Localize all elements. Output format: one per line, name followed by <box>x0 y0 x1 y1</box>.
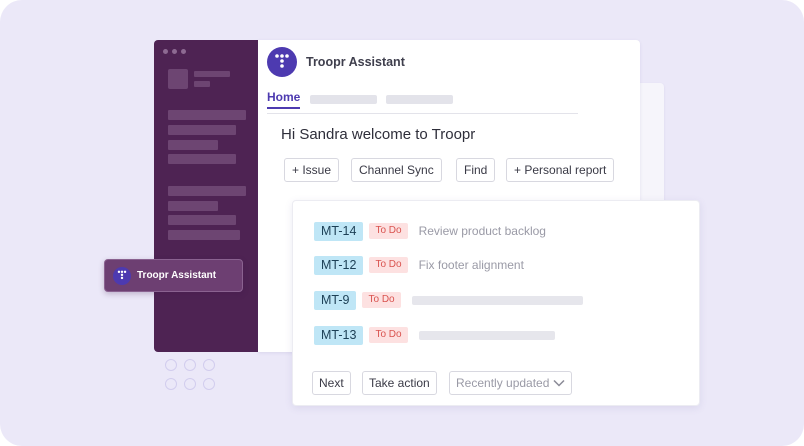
status-badge: To Do <box>369 327 408 343</box>
channel-sync-button[interactable]: Channel Sync <box>351 158 442 182</box>
troopr-logo-icon <box>267 47 297 77</box>
sidebar-item-troopr-assistant[interactable]: Troopr Assistant <box>104 259 243 292</box>
issues-card: MT-14 To Do Review product backlog MT-12… <box>292 200 700 406</box>
app-title: Troopr Assistant <box>306 55 405 69</box>
canvas: Troopr Assistant Home Hi Sandra welcome … <box>0 0 804 446</box>
personal-report-button[interactable]: + Personal report <box>506 158 615 182</box>
issue-key[interactable]: MT-9 <box>314 290 357 310</box>
tab-home[interactable]: Home <box>267 90 301 109</box>
table-row[interactable]: MT-12 To Do Fix footer alignment <box>314 255 524 275</box>
issue-summary-placeholder <box>418 330 555 340</box>
troopr-logo-icon <box>113 266 131 285</box>
sidebar-item-placeholder[interactable] <box>168 140 218 150</box>
window-dots <box>163 49 186 54</box>
next-button[interactable]: Next <box>312 371 351 395</box>
status-badge: To Do <box>362 292 401 308</box>
workspace-user-placeholder <box>194 81 210 87</box>
sidebar-item-placeholder[interactable] <box>168 125 236 135</box>
issue-summary-placeholder <box>411 295 583 305</box>
sidebar-item-placeholder[interactable] <box>168 215 236 225</box>
issue-key[interactable]: MT-12 <box>314 255 364 275</box>
issue-key[interactable]: MT-13 <box>314 325 364 345</box>
sidebar-item-placeholder[interactable] <box>168 154 236 164</box>
greeting-text: Hi Sandra welcome to Troopr <box>281 126 476 143</box>
sidebar-item-placeholder[interactable] <box>168 110 246 120</box>
status-badge: To Do <box>369 223 408 239</box>
sidebar-item-label: Troopr Assistant <box>137 270 217 281</box>
table-row[interactable]: MT-13 To Do <box>314 325 555 345</box>
issue-key[interactable]: MT-14 <box>314 221 364 241</box>
workspace-name-placeholder <box>194 71 230 77</box>
tab-placeholder[interactable] <box>310 95 377 104</box>
workspace-sidebar <box>154 40 260 352</box>
decorative-circles <box>165 359 215 390</box>
tab-divider <box>267 113 578 114</box>
sort-select-value: Recently updated <box>456 376 550 390</box>
sort-select[interactable]: Recently updated <box>449 371 573 395</box>
table-row[interactable]: MT-9 To Do <box>314 290 583 310</box>
workspace-icon[interactable] <box>168 69 188 89</box>
table-row[interactable]: MT-14 To Do Review product backlog <box>314 221 546 241</box>
chevron-down-icon <box>553 379 565 387</box>
tab-placeholder[interactable] <box>386 95 453 104</box>
issue-summary: Fix footer alignment <box>418 258 524 272</box>
take-action-button[interactable]: Take action <box>362 371 437 395</box>
find-button[interactable]: Find <box>456 158 496 182</box>
add-issue-button[interactable]: + Issue <box>284 158 340 182</box>
sidebar-item-placeholder[interactable] <box>168 186 246 196</box>
sidebar-item-placeholder[interactable] <box>168 230 240 240</box>
sidebar-item-placeholder[interactable] <box>168 201 218 211</box>
issue-summary: Review product backlog <box>418 224 546 238</box>
status-badge: To Do <box>369 257 408 273</box>
